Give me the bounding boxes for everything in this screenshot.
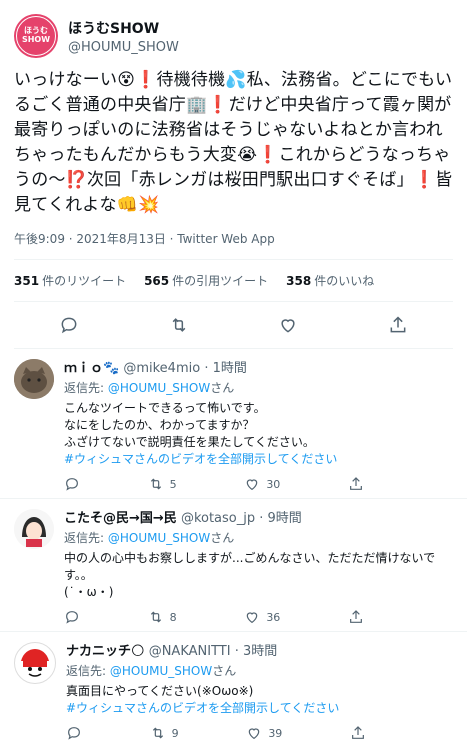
like-count[interactable]: 358 件のいいね xyxy=(286,272,374,289)
tweet-text: いっけなーい😵❗待機待機💦私、法務省。どこにでもいるごく普通の中央省庁🏢❗だけど… xyxy=(14,70,453,215)
reply-icon[interactable] xyxy=(64,476,80,492)
reply-avatar[interactable] xyxy=(14,642,56,684)
like-icon[interactable] xyxy=(278,315,298,335)
retweet-count: 8 xyxy=(169,610,177,624)
reply-text: 中の人の心中もお察ししますが...ごめんなさい、ただただ情けないです。。 (˙・… xyxy=(64,551,436,599)
reply-header: ｍｉｏ🐾 @mike4mio · 1時間 xyxy=(64,357,453,376)
retweet-icon[interactable] xyxy=(148,609,164,625)
reply-avatar[interactable] xyxy=(14,509,54,549)
reply-item[interactable]: ｍｉｏ🐾 @mike4mio · 1時間 返信先: @HOUMU_SHOWさん … xyxy=(0,349,467,499)
reply-actions: 8 36 xyxy=(64,609,364,625)
reply-handle[interactable]: @kotaso_jp xyxy=(181,511,255,526)
reply-item[interactable]: こたそ@民→国→民 @kotaso_jp · 9時間 返信先: @HOUMU_S… xyxy=(0,499,467,632)
quote-count[interactable]: 565 件の引用ツイート xyxy=(144,272,268,289)
reply-name[interactable]: ナカニッチ🌕 xyxy=(66,644,145,659)
reply-icon[interactable] xyxy=(59,315,79,335)
share-icon[interactable] xyxy=(388,315,408,335)
tweet-stats: 351 件のリツイート 565 件の引用ツイート 358 件のいいね xyxy=(14,260,453,302)
user-handle[interactable]: @HOUMU_SHOW xyxy=(68,40,179,55)
tweet-meta[interactable]: 午後9:09 · 2021年8月13日 · Twitter Web App xyxy=(14,230,453,260)
reply-icon[interactable] xyxy=(64,609,80,625)
reply-actions: 9 39 xyxy=(66,725,366,741)
share-icon[interactable] xyxy=(350,725,366,741)
reply-time[interactable]: · 9時間 xyxy=(259,511,302,526)
reply-header: こたそ@民→国→民 @kotaso_jp · 9時間 xyxy=(64,507,453,526)
main-tweet: ほうむ SHOW ほうむSHOW @HOUMU_SHOW いっけなーい😵❗待機待… xyxy=(0,0,467,349)
mention-link[interactable]: @HOUMU_SHOW xyxy=(108,381,210,395)
reply-name[interactable]: ｍｉｏ🐾 xyxy=(64,361,119,376)
cat-photo xyxy=(14,359,54,399)
hashtag-link[interactable]: #ウィシュマさんのビデオを全部開示してください xyxy=(64,451,453,468)
reply-header: ナカニッチ🌕 @NAKANITTI · 3時間 xyxy=(66,640,453,659)
reply-to: 返信先: @HOUMU_SHOWさん xyxy=(66,664,237,678)
reply-time[interactable]: · 1時間 xyxy=(204,361,247,376)
retweet-count: 9 xyxy=(171,726,179,740)
reply-icon[interactable] xyxy=(66,725,82,741)
reply-text: こんなツイートできるって怖いです。 なにをしたのか、わかってますか？ ふざけてな… xyxy=(64,400,453,468)
character-avatar xyxy=(16,644,54,682)
reply-avatar[interactable] xyxy=(14,359,54,399)
mention-link[interactable]: @HOUMU_SHOW xyxy=(110,664,212,678)
reply-actions: 5 30 xyxy=(64,476,364,492)
reply-to: 返信先: @HOUMU_SHOWさん xyxy=(64,381,235,395)
display-name[interactable]: ほうむSHOW xyxy=(68,18,179,38)
like-count: 36 xyxy=(266,610,281,624)
retweet-count: 5 xyxy=(169,477,177,491)
like-count: 30 xyxy=(266,477,281,491)
like-icon[interactable] xyxy=(244,609,260,625)
hashtag-link[interactable]: #ウィシュマさんのビデオを全部開示してください xyxy=(66,700,453,717)
like-icon[interactable] xyxy=(246,725,262,741)
reply-handle[interactable]: @mike4mio xyxy=(123,361,200,376)
reply-name[interactable]: こたそ@民→国→民 xyxy=(64,511,177,526)
reply-handle[interactable]: @NAKANITTI xyxy=(149,644,231,659)
tweet-actions xyxy=(14,302,453,349)
avatar[interactable]: ほうむ SHOW xyxy=(14,14,58,58)
retweet-icon[interactable] xyxy=(148,476,164,492)
share-icon[interactable] xyxy=(348,609,364,625)
anime-girl-avatar xyxy=(14,509,54,549)
avatar-logo: ほうむ SHOW xyxy=(16,16,56,56)
retweet-icon[interactable] xyxy=(169,315,189,335)
reply-text: 真面目にやってください(※Oωo※) #ウィシュマさんのビデオを全部開示してくだ… xyxy=(66,683,453,717)
retweet-icon[interactable] xyxy=(150,725,166,741)
reply-time[interactable]: · 3時間 xyxy=(235,644,278,659)
tweet-header: ほうむ SHOW ほうむSHOW @HOUMU_SHOW xyxy=(14,10,453,62)
reply-item[interactable]: ナカニッチ🌕 @NAKANITTI · 3時間 返信先: @HOUMU_SHOW… xyxy=(0,632,467,747)
avatar-text-2: SHOW xyxy=(21,35,51,44)
mention-link[interactable]: @HOUMU_SHOW xyxy=(108,531,210,545)
retweet-count[interactable]: 351 件のリツイート xyxy=(14,272,126,289)
reply-to: 返信先: @HOUMU_SHOWさん xyxy=(64,531,235,545)
like-icon[interactable] xyxy=(244,476,260,492)
share-icon[interactable] xyxy=(348,476,364,492)
like-count: 39 xyxy=(268,726,283,740)
